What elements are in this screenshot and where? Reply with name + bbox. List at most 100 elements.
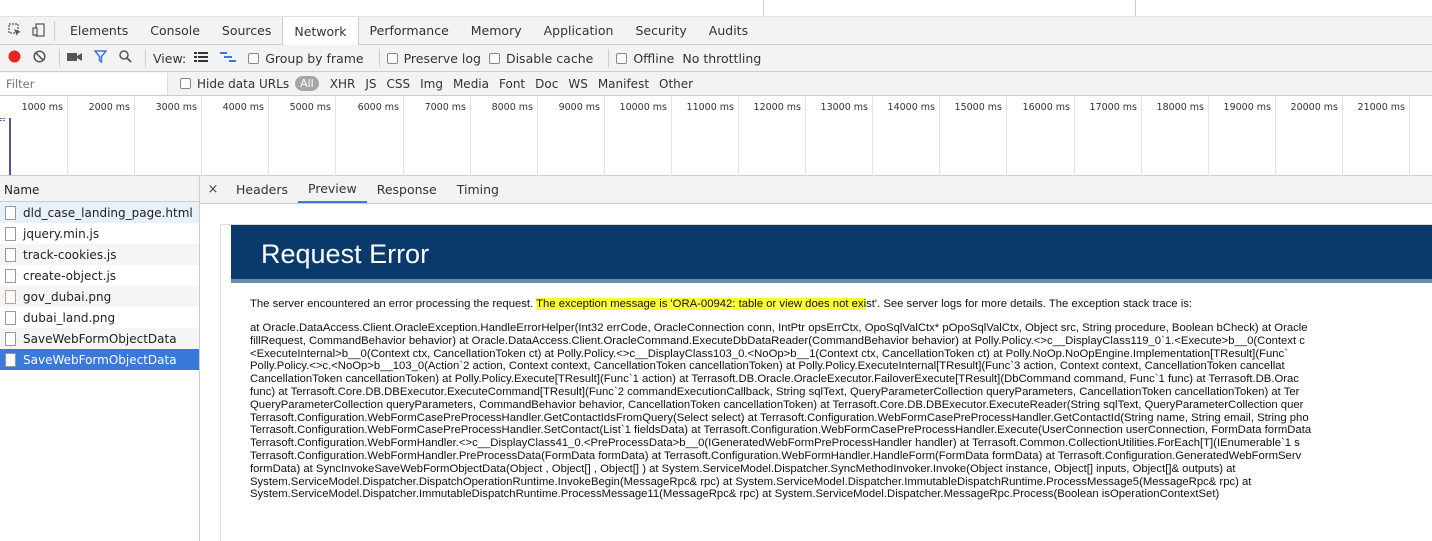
disable-cache-label: Disable cache (505, 50, 594, 66)
checkbox[interactable] (180, 78, 191, 89)
request-row[interactable]: dld_case_landing_page.html (0, 202, 199, 223)
request-name: gov_dubai.png (23, 289, 112, 304)
screenshot-capture-icon[interactable] (67, 51, 82, 66)
request-row[interactable]: gov_dubai.png (0, 286, 199, 307)
tab-performance[interactable]: Performance (359, 17, 460, 44)
tab-console[interactable]: Console (139, 17, 211, 44)
stack-trace-line: Polly.Policy.<>c.<NoOp>b__103_0(Action`2… (250, 360, 1285, 373)
request-row[interactable]: track-cookies.js (0, 244, 199, 265)
tab-preview[interactable]: Preview (298, 176, 367, 203)
record-icon[interactable] (8, 50, 21, 66)
timeline-tick-label: 12000 ms (753, 102, 801, 113)
request-name: SaveWebFormObjectData (23, 352, 177, 367)
tab-audits[interactable]: Audits (698, 17, 759, 44)
type-filter-js[interactable]: JS (360, 77, 381, 91)
checkbox[interactable] (248, 52, 260, 64)
offline-toggle[interactable]: Offline (616, 51, 674, 66)
type-filter-font[interactable]: Font (494, 77, 530, 91)
tab-application[interactable]: Application (533, 17, 625, 44)
filter-icon[interactable] (93, 50, 108, 66)
timeline-tick-label: 7000 ms (424, 102, 466, 113)
close-icon[interactable]: × (200, 176, 226, 203)
timeline-tick-label: 16000 ms (1022, 102, 1070, 113)
type-filter-doc[interactable]: Doc (530, 77, 563, 91)
tab-timing[interactable]: Timing (447, 176, 509, 203)
timeline-gridline (604, 96, 605, 176)
hide-data-urls-label: Hide data URLs (197, 76, 290, 91)
top-divider (1135, 0, 1136, 16)
file-icon (5, 352, 16, 367)
tab-response[interactable]: Response (367, 176, 447, 203)
tab-security[interactable]: Security (624, 17, 697, 44)
tab-memory[interactable]: Memory (460, 17, 533, 44)
preserve-log-toggle[interactable]: Preserve log (386, 51, 481, 66)
request-row[interactable]: jquery.min.js (0, 223, 199, 244)
type-filter-ws[interactable]: WS (563, 77, 592, 91)
hide-data-urls-toggle[interactable]: Hide data URLs (180, 77, 289, 91)
device-toolbar-icon[interactable] (32, 22, 46, 40)
request-row[interactable]: dubai_land.png (0, 307, 199, 328)
timeline-overview[interactable]: 1000 ms 2000 ms 3000 ms 4000 ms 5000 ms 6000 … (0, 96, 1432, 176)
stack-trace-line: Terrasoft.Configuration.WebFormHandler.P… (250, 449, 1302, 462)
timeline-gridline (1275, 96, 1276, 176)
timeline-tick-label: 11000 ms (686, 102, 734, 113)
top-divider (763, 0, 764, 16)
checkbox[interactable] (488, 52, 500, 64)
devtools-tabs: Elements Console Sources Network Perform… (55, 17, 759, 45)
request-list: Name dld_case_landing_page.html jquery.m… (0, 176, 200, 541)
exception-message-highlight: The exception message is 'ORA-00942: tab… (536, 298, 867, 310)
request-name: SaveWebFormObjectData (23, 331, 177, 346)
timeline-tick-label: 10000 ms (619, 102, 667, 113)
throttling-select[interactable]: No throttling (682, 51, 761, 66)
type-filter-manifest[interactable]: Manifest (593, 77, 654, 91)
timeline-tick-label: 20000 ms (1290, 102, 1338, 113)
error-intro: The server encountered an error processi… (250, 297, 1432, 311)
file-icon (5, 331, 16, 346)
toolbar-separator (59, 49, 60, 67)
stack-trace-line: Terrasoft.Configuration.WebFormCasePrePr… (250, 424, 1312, 437)
tab-headers[interactable]: Headers (226, 176, 298, 203)
timeline-gridline (1342, 96, 1343, 176)
timeline-tick-label: 9000 ms (558, 102, 600, 113)
timeline-tick-label: 15000 ms (954, 102, 1002, 113)
stack-trace-line: Terrasoft.Configuration.WebFormHandler.<… (250, 437, 1300, 450)
type-filter-media[interactable]: Media (448, 77, 494, 91)
type-filter-img[interactable]: Img (415, 77, 448, 91)
type-filter-xhr[interactable]: XHR (325, 77, 361, 91)
disable-cache-toggle[interactable]: Disable cache (488, 50, 594, 66)
checkbox[interactable] (616, 52, 628, 64)
clear-icon[interactable] (33, 50, 46, 66)
request-row[interactable]: SaveWebFormObjectData (0, 328, 199, 349)
list-view-icon[interactable] (194, 51, 209, 66)
error-intro-text: The server encountered an error processi… (250, 298, 537, 310)
response-preview: Request Error The server encountered an … (220, 224, 1432, 541)
type-filter-other[interactable]: Other (654, 77, 698, 91)
timeline-gridline (403, 96, 404, 176)
inspect-element-icon[interactable] (8, 22, 22, 40)
filter-input[interactable] (0, 72, 168, 95)
checkbox[interactable] (386, 52, 398, 64)
request-row-selected[interactable]: SaveWebFormObjectData (0, 349, 199, 370)
tab-network[interactable]: Network (282, 17, 359, 45)
timeline-tick-label: 14000 ms (887, 102, 935, 113)
timeline-gridline (671, 96, 672, 176)
timeline-request-bar (9, 118, 11, 175)
group-by-frame-toggle[interactable]: Group by frame (248, 51, 364, 66)
waterfall-view-icon[interactable] (220, 51, 237, 66)
type-filter-css[interactable]: CSS (381, 77, 415, 91)
type-filter-all[interactable]: All (295, 76, 319, 91)
devtools-tab-bar: Elements Console Sources Network Perform… (0, 17, 1432, 45)
filter-bar: Hide data URLs All XHR JS CSS Img Media … (0, 72, 1432, 96)
stack-trace-line: formData) at SyncInvokeSaveWebFormObject… (250, 462, 1236, 475)
timeline-gridline (201, 96, 202, 176)
script-icon (5, 268, 16, 283)
tab-elements[interactable]: Elements (59, 17, 139, 44)
tab-sources[interactable]: Sources (211, 17, 282, 44)
timeline-gridline (1074, 96, 1075, 176)
timeline-tick-label: 21000 ms (1357, 102, 1405, 113)
name-column-header[interactable]: Name (0, 176, 199, 202)
request-row[interactable]: create-object.js (0, 265, 199, 286)
search-icon[interactable] (119, 50, 132, 66)
timeline-gridline (805, 96, 806, 176)
stack-trace-line: QueryParameterCollection queryParameters… (250, 398, 1304, 411)
